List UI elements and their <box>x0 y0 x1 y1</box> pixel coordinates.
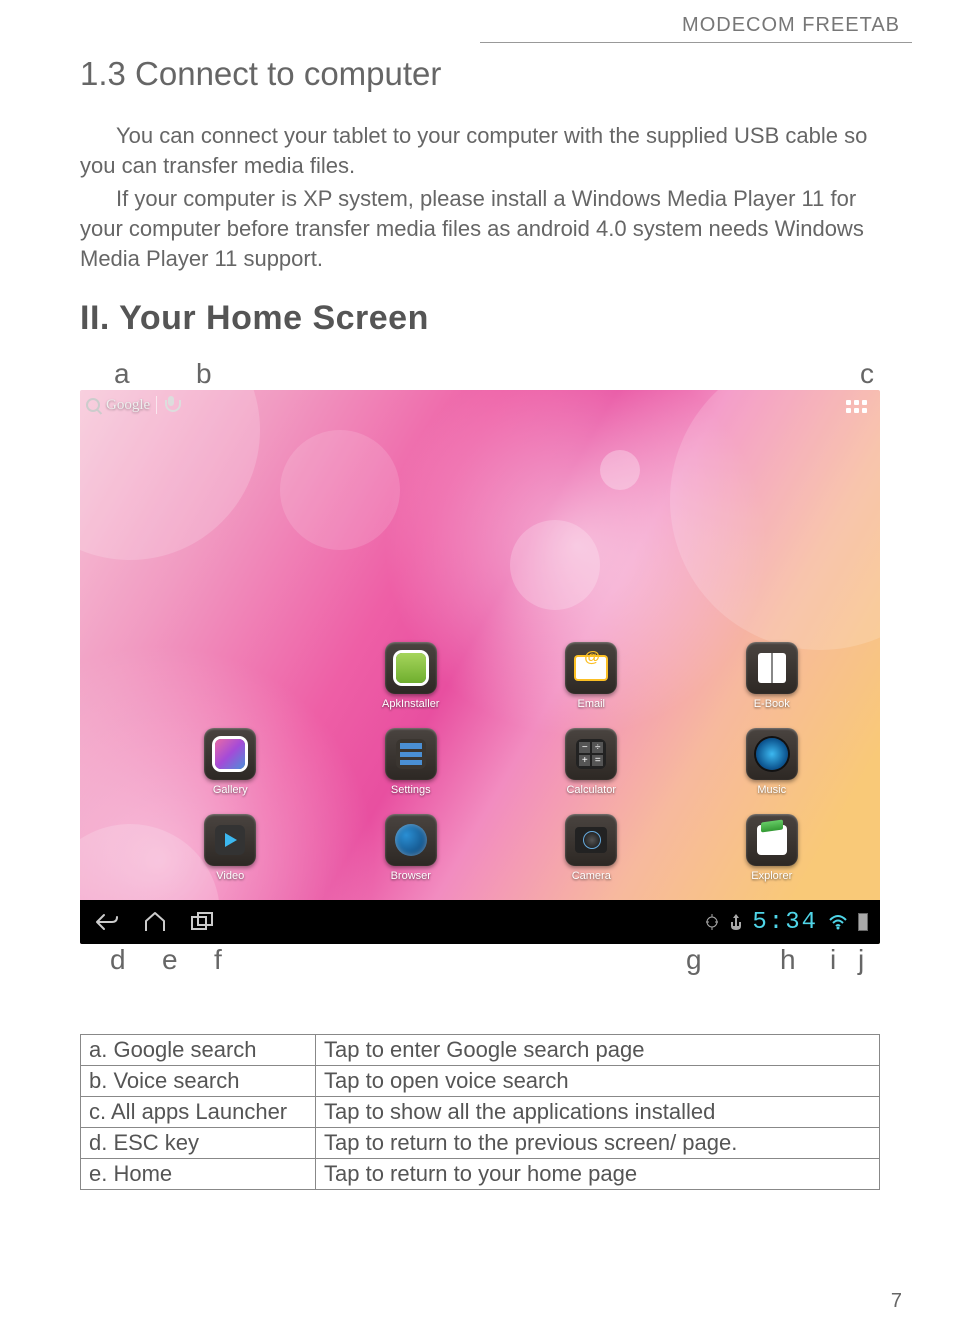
table-row: b. Voice searchTap to open voice search <box>81 1066 880 1097</box>
home-screen-screenshot: Google ApkInstaller Email E-Book <box>80 390 880 944</box>
app-label: Camera <box>572 870 611 882</box>
app-video[interactable]: Video <box>140 814 321 882</box>
globe-icon <box>395 824 427 856</box>
callout-a: a <box>114 358 130 390</box>
battery-icon <box>858 913 868 931</box>
app-label: Browser <box>391 870 431 882</box>
home-icon[interactable] <box>140 907 170 937</box>
app-label: ApkInstaller <box>382 698 439 710</box>
play-icon <box>215 825 245 855</box>
callout-g: g <box>686 944 702 976</box>
clock: 5:34 <box>752 909 818 936</box>
callout-c: c <box>860 358 874 390</box>
table-row: e. HomeTap to return to your home page <box>81 1159 880 1190</box>
app-email[interactable]: Email <box>501 642 682 710</box>
box-icon <box>757 825 787 855</box>
callout-d: d <box>110 944 126 976</box>
camera-icon <box>575 827 607 853</box>
app-label: Settings <box>391 784 431 796</box>
callout-row-bottom: d e f g h i j <box>80 944 880 982</box>
app-settings[interactable]: Settings <box>321 728 502 796</box>
app-label: E-Book <box>754 698 790 710</box>
table-row: a. Google searchTap to enter Google sear… <box>81 1035 880 1066</box>
app-label: Music <box>757 784 786 796</box>
section-II-title: II. Your Home Screen <box>80 299 880 338</box>
back-icon[interactable] <box>92 907 122 937</box>
search-icon[interactable] <box>86 398 100 412</box>
legend-table: a. Google searchTap to enter Google sear… <box>80 1034 880 1190</box>
app-label: Gallery <box>213 784 248 796</box>
app-label: Calculator <box>566 784 616 796</box>
book-icon <box>758 653 786 683</box>
debug-icon <box>704 912 720 932</box>
app-browser[interactable]: Browser <box>321 814 502 882</box>
callout-row-top: a b c <box>80 352 880 390</box>
google-search[interactable]: Google <box>106 397 150 414</box>
table-row: c. All apps LauncherTap to show all the … <box>81 1097 880 1128</box>
android-icon <box>396 653 426 683</box>
gallery-icon <box>215 739 245 769</box>
app-label: Email <box>577 698 605 710</box>
app-ebook[interactable]: E-Book <box>682 642 863 710</box>
paragraph-2: If your computer is XP system, please in… <box>80 184 880 273</box>
recent-apps-icon[interactable] <box>188 907 218 937</box>
callout-e: e <box>162 944 178 976</box>
app-apkinstaller[interactable]: ApkInstaller <box>321 642 502 710</box>
callout-f: f <box>214 944 222 976</box>
callout-j: j <box>858 944 864 976</box>
section-1-3-title: 1.3 Connect to computer <box>80 55 880 93</box>
app-label: Explorer <box>751 870 792 882</box>
wifi-icon <box>828 914 848 930</box>
apps-launcher-icon[interactable] <box>846 400 868 414</box>
table-row: d. ESC keyTap to return to the previous … <box>81 1128 880 1159</box>
callout-i: i <box>830 944 836 976</box>
calculator-icon: −÷ += <box>576 739 606 769</box>
speaker-icon <box>756 738 788 770</box>
app-music[interactable]: Music <box>682 728 863 796</box>
app-icon-grid: ApkInstaller Email E-Book Gallery Settin… <box>140 642 862 882</box>
header-brand: MODECOM FREETAB <box>682 14 900 37</box>
callout-b: b <box>196 358 212 390</box>
usb-icon <box>730 912 742 932</box>
envelope-icon <box>576 657 606 679</box>
mic-icon[interactable] <box>163 396 179 414</box>
callout-h: h <box>780 944 796 976</box>
paragraph-1: You can connect your tablet to your comp… <box>80 121 880 180</box>
app-camera[interactable]: Camera <box>501 814 682 882</box>
page-number: 7 <box>891 1290 902 1313</box>
app-calculator[interactable]: −÷ += Calculator <box>501 728 682 796</box>
separator <box>156 396 157 414</box>
nav-bar: 5:34 <box>80 900 880 944</box>
app-explorer[interactable]: Explorer <box>682 814 863 882</box>
header-rule <box>480 42 912 43</box>
sliders-icon <box>396 739 426 769</box>
app-label: Video <box>216 870 244 882</box>
app-gallery[interactable]: Gallery <box>140 728 321 796</box>
